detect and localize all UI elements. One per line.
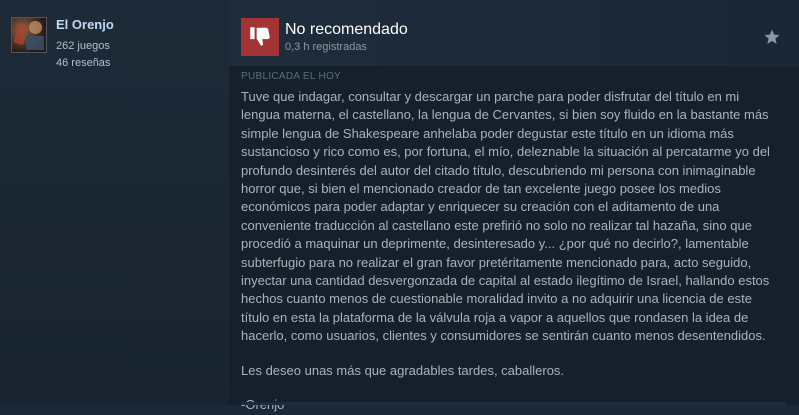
review-body: Tuve que indagar, consultar y descargar … <box>241 88 781 415</box>
star-icon[interactable] <box>763 28 781 46</box>
review-panel: No recomendado 0,3 h registradas PUBLICA… <box>229 0 799 412</box>
posted-date: PUBLICADA EL HOY <box>241 71 342 82</box>
author-reviews-count[interactable]: 46 reseñas <box>56 57 110 69</box>
author-panel: El Orenjo 262 juegos 46 reseñas <box>0 0 229 405</box>
review-paragraph: Tuve que indagar, consultar y descargar … <box>241 89 770 344</box>
avatar[interactable] <box>11 17 47 53</box>
review-header: No recomendado 0,3 h registradas <box>229 0 799 66</box>
review-signature: -Orenjo <box>241 396 781 414</box>
author-username[interactable]: El Orenjo <box>56 17 114 32</box>
author-games-count[interactable]: 262 juegos <box>56 40 110 52</box>
hours-played: 0,3 h registradas <box>285 41 367 53</box>
review-paragraph: Les deseo unas más que agradables tardes… <box>241 362 565 378</box>
review-verdict[interactable]: No recomendado <box>285 21 408 39</box>
thumbs-down-icon <box>241 18 279 56</box>
